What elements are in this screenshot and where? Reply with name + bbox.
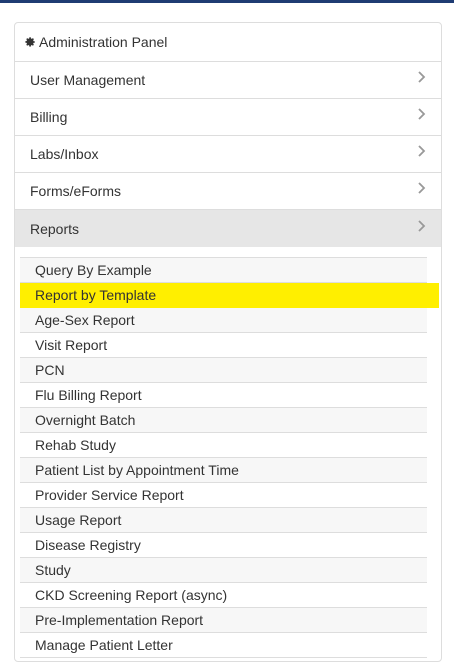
report-link-manage-patient-letter[interactable]: Manage Patient Letter [20,633,427,658]
report-link-pre-implementation-report[interactable]: Pre-Implementation Report [20,608,427,633]
menu-item-label: Labs/Inbox [30,146,99,162]
menu-item-reports[interactable]: Reports [15,210,441,247]
report-link-ckd-screening-report-async[interactable]: CKD Screening Report (async) [20,583,427,608]
panel-header: Administration Panel [15,23,441,62]
report-link-report-by-template[interactable]: Report by Template [20,283,439,308]
report-link-study[interactable]: Study [20,558,427,583]
menu-item-forms-eforms[interactable]: Forms/eForms [15,173,441,210]
administration-panel: Administration Panel User Management Bill… [14,22,442,662]
menu-item-label: Forms/eForms [30,183,121,199]
chevron-right-icon [418,145,426,157]
menu-item-labs-inbox[interactable]: Labs/Inbox [15,136,441,173]
menu-item-label: User Management [30,72,146,88]
menu-item-billing[interactable]: Billing [15,99,441,136]
report-link-pcn[interactable]: PCN [20,358,427,383]
report-link-provider-service-report[interactable]: Provider Service Report [20,483,427,508]
report-link-rehab-study[interactable]: Rehab Study [20,433,427,458]
report-link-age-sex-report[interactable]: Age-Sex Report [20,308,427,333]
report-link-query-by-example[interactable]: Query By Example [20,258,427,283]
report-link-flu-billing-report[interactable]: Flu Billing Report [20,383,427,408]
menu-item-user-management[interactable]: User Management [15,62,441,99]
report-link-disease-registry[interactable]: Disease Registry [20,533,427,558]
report-link-overnight-batch[interactable]: Overnight Batch [20,408,427,433]
chevron-right-icon [418,108,426,120]
top-accent-bar [0,0,454,3]
chevron-right-icon [418,182,426,194]
reports-submenu: Query By Example Report by Template Age-Se… [20,257,439,658]
gear-icon [25,37,35,47]
chevron-right-icon [418,71,426,83]
panel-title: Administration Panel [39,34,168,50]
report-link-usage-report[interactable]: Usage Report [20,508,427,533]
menu-item-label: Billing [30,109,68,125]
chevron-right-icon [418,219,426,232]
report-link-visit-report[interactable]: Visit Report [20,333,427,358]
menu-item-label: Reports [30,220,80,237]
report-link-patient-list-by-appointment-time[interactable]: Patient List by Appointment Time [20,458,427,483]
admin-menu: User Management Billing Labs/Inbox Forms/eF… [15,62,441,247]
